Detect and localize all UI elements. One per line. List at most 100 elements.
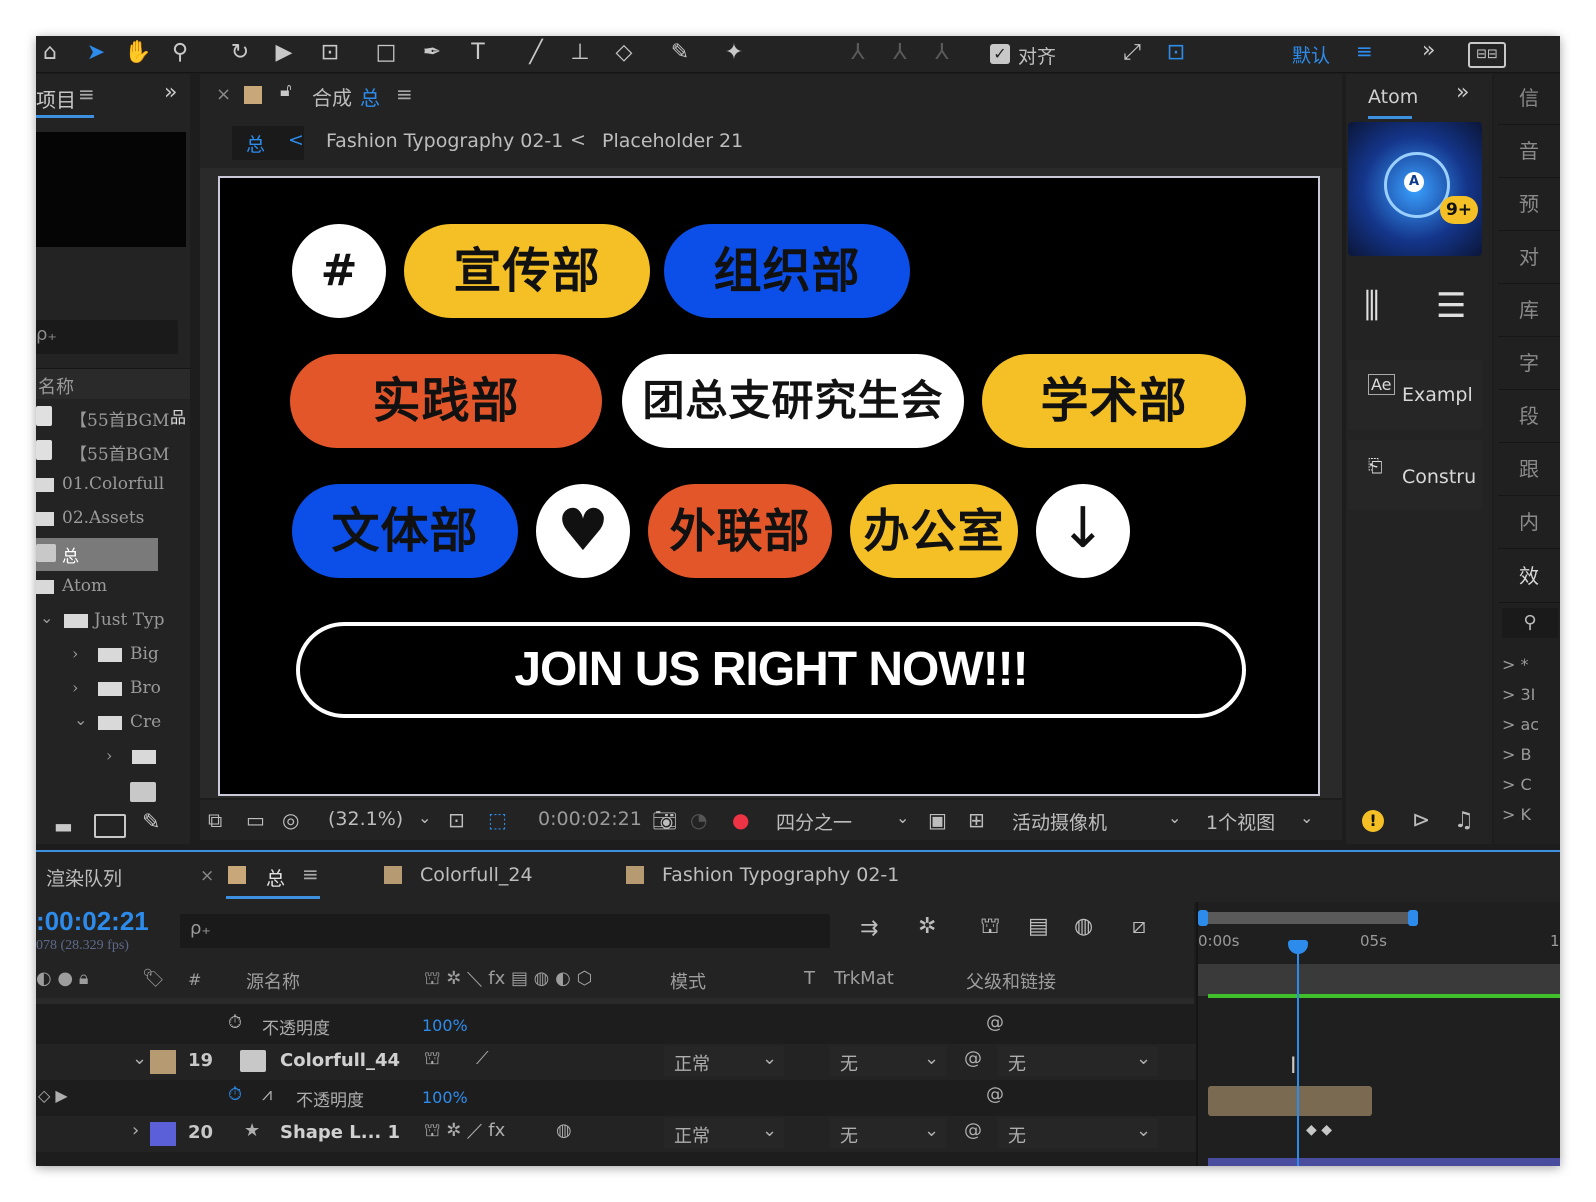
- close-comp-icon[interactable]: ×: [216, 84, 231, 105]
- project-item[interactable]: Atom: [36, 572, 191, 605]
- workspace-menu-icon[interactable]: ≡: [1356, 39, 1373, 63]
- comp-viewer[interactable]: # 宣传部 组织部 实践部 团总支研究生会 学术部 文体部 ♥ 外联部 办公室 …: [200, 168, 1342, 798]
- clone-stamp-tool-icon[interactable]: ⊥: [566, 40, 594, 66]
- fit-icon[interactable]: ⊡: [448, 808, 465, 832]
- side-tab-content[interactable]: 内: [1498, 496, 1560, 549]
- sliders-icon[interactable]: ⫼: [1364, 286, 1380, 326]
- work-area-bar[interactable]: [1198, 912, 1414, 924]
- stopwatch-active-icon[interactable]: ⏱︎: [228, 1084, 242, 1105]
- side-tab-tracker[interactable]: 跟: [1498, 443, 1560, 496]
- project-item-selected[interactable]: 总: [36, 538, 158, 571]
- new-folder-icon[interactable]: ▬: [54, 814, 73, 838]
- atom-item[interactable]: ⎗ Constru: [1348, 440, 1482, 510]
- snap-icon[interactable]: ⤢: [1118, 40, 1146, 66]
- graph-editor-icon[interactable]: ⧄: [1132, 914, 1146, 939]
- chevron-right-icon[interactable]: ›: [106, 746, 112, 765]
- close-tab-icon[interactable]: ×: [200, 866, 214, 886]
- comp-menu-icon[interactable]: ≡: [396, 82, 413, 106]
- draft-3d-icon[interactable]: ✲: [918, 914, 936, 939]
- side-tab-library[interactable]: 库: [1498, 284, 1560, 337]
- pickwhip-icon[interactable]: @: [964, 1048, 982, 1069]
- motion-blur-icon[interactable]: ◍: [1074, 914, 1093, 939]
- keyframe-icon[interactable]: ◆ ◆: [1306, 1122, 1332, 1138]
- rotate-tool-icon[interactable]: ↻: [226, 40, 254, 66]
- opacity-value[interactable]: 100%: [422, 1016, 468, 1035]
- chevron-right-icon[interactable]: ›: [72, 678, 78, 697]
- trkmat-select[interactable]: 无 ⌄: [830, 1118, 946, 1148]
- panel-expand-icon[interactable]: »: [164, 80, 177, 105]
- views-select[interactable]: 1个视图: [1206, 808, 1275, 835]
- timeline-tracks[interactable]: 0:00s 05s 1 ◆ ◆ I: [1196, 902, 1560, 1166]
- camera-select[interactable]: 活动摄像机: [1012, 808, 1107, 835]
- render-queue-tab[interactable]: 渲染队列: [46, 864, 122, 891]
- project-item[interactable]: 01.Colorfull: [36, 470, 191, 503]
- trkmat-select[interactable]: 无 ⌄: [830, 1046, 946, 1076]
- camera-tool-icon[interactable]: ▶: [270, 40, 298, 66]
- grid-toggle-icon[interactable]: ⊞: [968, 808, 985, 832]
- breadcrumb-item[interactable]: Placeholder 21: [602, 130, 743, 152]
- timeline-tab-active[interactable]: 总: [266, 864, 285, 891]
- keyframe-nav-icon[interactable]: ◇ ▶: [38, 1086, 68, 1105]
- opacity-value[interactable]: 100%: [422, 1088, 468, 1107]
- timeline-tab[interactable]: Fashion Typography 02-1: [662, 864, 899, 886]
- work-area-start-handle[interactable]: [1198, 910, 1208, 926]
- project-item[interactable]: 【55首BGM 品: [36, 402, 191, 435]
- motion-blur-switch-icon[interactable]: ◍: [556, 1120, 572, 1141]
- project-item[interactable]: ⌄ Just Typ: [36, 606, 191, 639]
- align-checkbox[interactable]: ✓: [990, 44, 1010, 64]
- warning-icon[interactable]: !: [1362, 810, 1384, 832]
- chevron-right-icon[interactable]: ›: [132, 1120, 139, 1141]
- anchor-tool-icon[interactable]: ⊡: [316, 40, 344, 66]
- selection-tool-icon[interactable]: ➤: [82, 40, 110, 66]
- rectangle-tool-icon[interactable]: □: [372, 40, 400, 66]
- parent-select[interactable]: 无 ⌄: [998, 1118, 1158, 1148]
- playhead-line[interactable]: [1297, 942, 1299, 1166]
- breadcrumb-active[interactable]: 总 <: [232, 126, 304, 160]
- blend-mode-select[interactable]: 正常 ⌄: [664, 1118, 784, 1148]
- axis-local-icon[interactable]: ⅄: [844, 40, 872, 66]
- project-menu-icon[interactable]: ≡: [78, 82, 95, 106]
- roto-brush-tool-icon[interactable]: ✎: [666, 40, 694, 66]
- home-icon[interactable]: ⌂: [36, 40, 64, 66]
- region-icon[interactable]: ▣: [928, 808, 947, 832]
- list-view-icon[interactable]: ☰: [1436, 286, 1466, 326]
- comp-title-name[interactable]: 总: [360, 82, 380, 111]
- effects-tree-item[interactable]: > 3I: [1502, 680, 1539, 710]
- shy-switch-icon[interactable]: ⛫: [424, 1048, 441, 1072]
- timeline-menu-icon[interactable]: ≡: [302, 862, 319, 886]
- project-item[interactable]: › Big: [36, 640, 191, 673]
- side-tab-align[interactable]: 对: [1498, 231, 1560, 284]
- effects-tree-item[interactable]: > B: [1502, 740, 1539, 770]
- layer-switches[interactable]: ⛫ ✲ ⟋ fx: [424, 1120, 505, 1144]
- blend-mode-select[interactable]: 正常 ⌄: [664, 1046, 784, 1076]
- layer-row[interactable]: ⌄ 19 Colorfull_44 ⛫ ⟋ 正常 ⌄ 无 ⌄ @ 无 ⌄: [36, 1044, 1196, 1080]
- chevron-down-icon[interactable]: ⌄: [1168, 808, 1181, 827]
- effects-tree-item[interactable]: > K: [1502, 800, 1539, 830]
- axis-world-icon[interactable]: ⅄: [886, 40, 914, 66]
- monitor-icon[interactable]: ▭: [246, 808, 265, 832]
- stopwatch-icon[interactable]: ⏱︎: [228, 1012, 242, 1033]
- chevron-down-icon[interactable]: ⌄: [1300, 808, 1313, 827]
- timeline-tab[interactable]: Colorfull_24: [420, 864, 533, 886]
- workspace-more[interactable]: »: [1422, 38, 1435, 63]
- layer-search-input[interactable]: ρ₊: [180, 914, 830, 948]
- lock-icon[interactable]: 🔓︎: [280, 80, 292, 101]
- side-tab-preview[interactable]: 预: [1498, 178, 1560, 231]
- eraser-tool-icon[interactable]: ◇: [610, 40, 638, 66]
- brush-tool-icon[interactable]: ╱: [522, 40, 550, 66]
- comp-flowchart-icon[interactable]: ⇉: [860, 916, 878, 941]
- axis-view-icon[interactable]: ⅄: [928, 40, 956, 66]
- music-note-icon[interactable]: ♫: [1454, 808, 1474, 833]
- atom-tab-label[interactable]: Atom: [1368, 86, 1418, 108]
- property-row[interactable]: ⏱︎ 不透明度 100% @: [36, 1008, 1196, 1044]
- viewer-timecode[interactable]: 0:00:02:21: [538, 808, 642, 830]
- resolution-select[interactable]: 四分之一: [776, 808, 852, 835]
- workspace-switch-icon[interactable]: ⊟⊟: [1468, 42, 1506, 68]
- show-snapshot-icon[interactable]: ◔: [690, 808, 707, 832]
- side-tab-paragraph[interactable]: 段: [1498, 390, 1560, 443]
- effects-search-input[interactable]: ⚲: [1502, 608, 1558, 638]
- effects-tree-item[interactable]: > *: [1502, 650, 1539, 680]
- current-time[interactable]: :00:02:21: [36, 906, 149, 937]
- puppet-tool-icon[interactable]: ✦: [720, 40, 748, 66]
- playhead-handle[interactable]: [1288, 940, 1308, 954]
